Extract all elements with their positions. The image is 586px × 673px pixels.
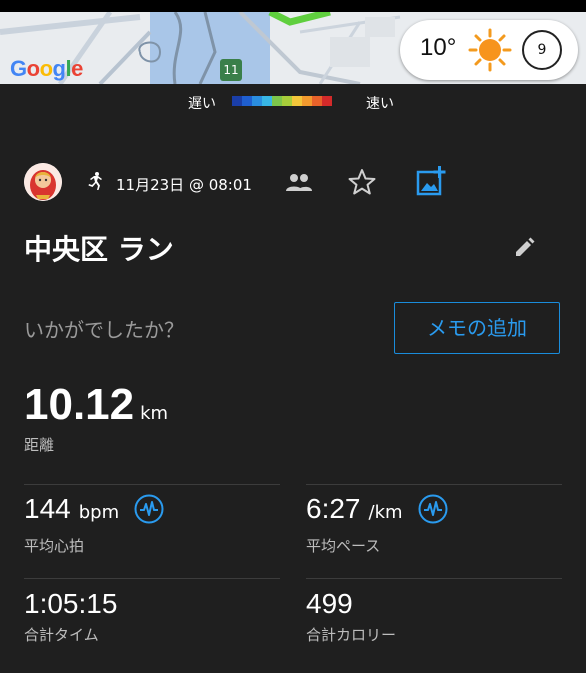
legend-swatch [252, 96, 262, 106]
legend-slow-label: 遅い [188, 96, 216, 112]
distance-label: 距離 [24, 436, 55, 454]
distance-unit: km [140, 403, 169, 424]
total-time-stat: 1:05:15 合計タイム [24, 588, 117, 645]
legend-swatch [242, 96, 252, 106]
divider [306, 484, 562, 485]
route-number-badge: 11 [220, 59, 242, 81]
total-calories-value: 499 [306, 588, 353, 619]
status-bar [0, 0, 586, 12]
activity-meta-row: 11月23日 @ 08:01 [24, 163, 564, 202]
avatar[interactable] [24, 163, 62, 201]
legend-swatch [262, 96, 272, 106]
weather-temperature: 10° [420, 34, 457, 61]
activity-title: 中央区 ラン [24, 233, 174, 266]
people-icon[interactable] [286, 172, 312, 196]
edit-pencil-icon[interactable] [514, 236, 536, 262]
running-icon [84, 171, 104, 195]
distance-stat: 10.12 km 距離 [24, 380, 169, 454]
avg-heart-rate-unit: bpm [78, 502, 120, 523]
avg-pace-stat[interactable]: 6:27/km 平均ペース [306, 493, 448, 556]
legend-swatch [282, 96, 292, 106]
activity-datetime: 11月23日 @ 08:01 [116, 176, 252, 194]
avg-heart-rate-value: 144 [24, 493, 71, 524]
sun-icon [468, 28, 512, 76]
total-calories-stat: 499 合計カロリー [306, 588, 396, 645]
pace-legend: 遅い 速い [0, 92, 586, 112]
legend-swatch [302, 96, 312, 106]
add-photo-icon[interactable] [416, 166, 448, 202]
weather-widget[interactable]: 10° 9 [400, 20, 578, 80]
weather-badge: 9 [522, 30, 562, 70]
avg-pace-unit: /km [368, 502, 403, 523]
add-memo-button[interactable]: メモの追加 [394, 302, 560, 354]
avg-pace-label: 平均ペース [306, 536, 381, 555]
pulse-icon[interactable] [418, 494, 448, 528]
pace-color-scale [232, 96, 332, 106]
avg-pace-value: 6:27 [306, 493, 361, 524]
divider [24, 578, 280, 579]
total-time-value: 1:05:15 [24, 588, 118, 619]
avg-heart-rate-stat[interactable]: 144 bpm 平均心拍 [24, 493, 164, 556]
avg-heart-rate-label: 平均心拍 [24, 536, 85, 555]
legend-swatch [232, 96, 242, 106]
feedback-prompt: いかがでしたか？ [24, 318, 184, 342]
google-logo: Google [10, 56, 83, 81]
legend-fast-label: 速い [366, 96, 394, 112]
star-icon[interactable] [348, 168, 376, 200]
legend-swatch [292, 96, 302, 106]
total-calories-label: 合計カロリー [306, 626, 397, 644]
total-time-label: 合計タイム [24, 626, 99, 644]
distance-value: 10.12 [24, 380, 135, 429]
legend-swatch [322, 96, 332, 106]
pulse-icon[interactable] [134, 494, 164, 528]
divider [306, 578, 562, 579]
divider [24, 484, 280, 485]
legend-swatch [272, 96, 282, 106]
legend-swatch [312, 96, 322, 106]
